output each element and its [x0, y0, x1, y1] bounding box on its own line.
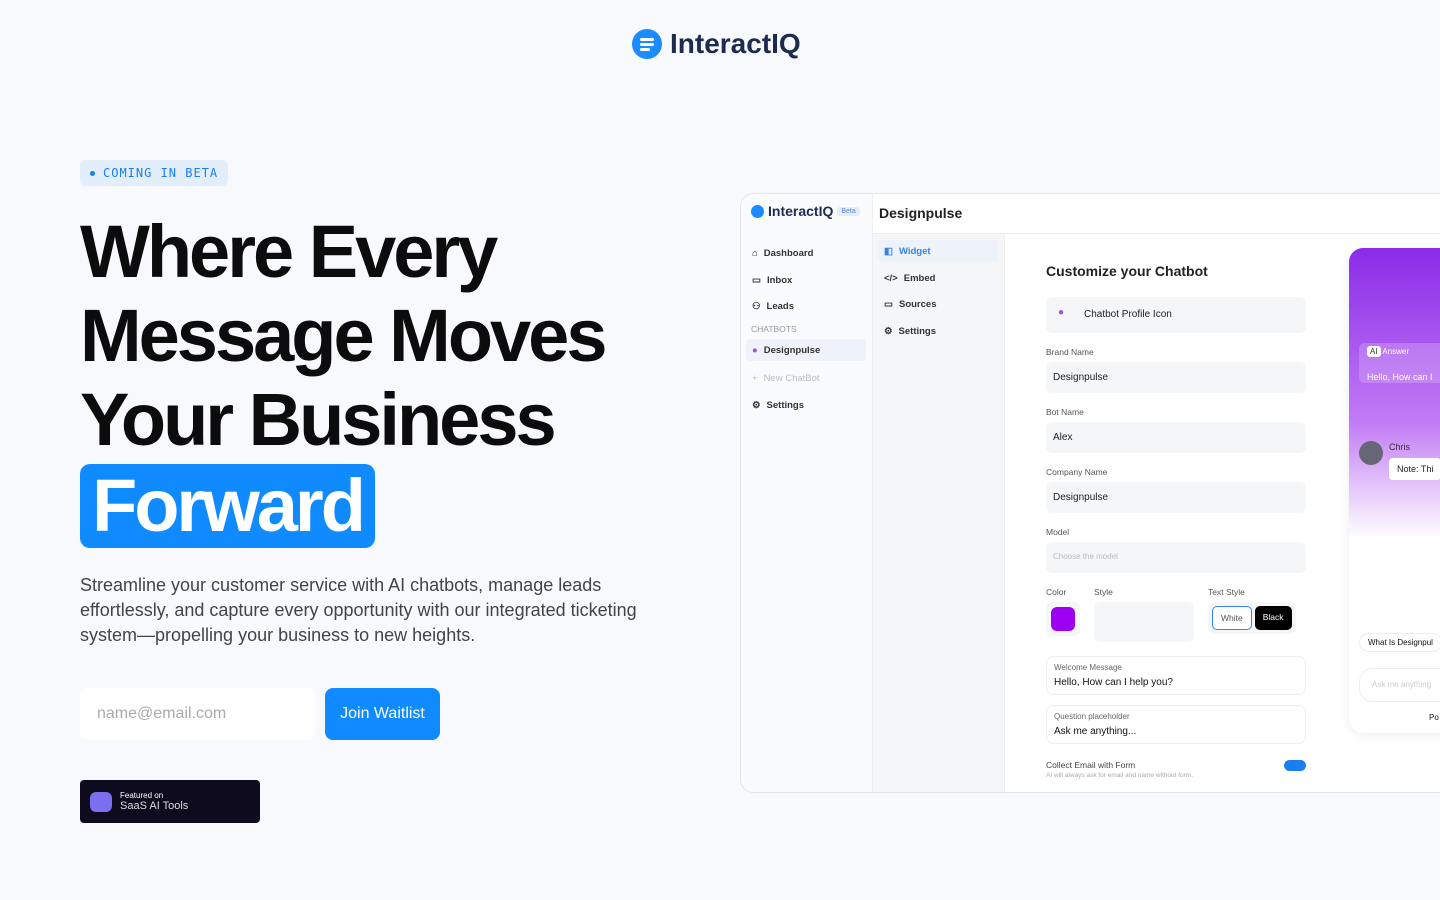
- nav-leads[interactable]: ⚇ Leads: [746, 295, 866, 317]
- style-picker[interactable]: [1094, 602, 1194, 642]
- subnav-settings[interactable]: ⚙ Settings: [878, 320, 998, 342]
- email-input[interactable]: [80, 688, 315, 740]
- text-style-white[interactable]: White: [1212, 606, 1252, 630]
- beta-badge: COMING IN BETA: [80, 160, 229, 186]
- profile-icon-field[interactable]: ● Chatbot Profile Icon: [1046, 297, 1306, 333]
- question-placeholder-field[interactable]: Question placeholder Ask me anything...: [1046, 705, 1306, 744]
- subnav-sources[interactable]: ▭ Sources: [878, 293, 998, 315]
- welcome-message-field[interactable]: Welcome Message Hello, How can I help you…: [1046, 656, 1306, 695]
- logo[interactable]: InteractIQ: [632, 28, 801, 60]
- nav-settings[interactable]: ⚙ Settings: [746, 394, 866, 416]
- model-select[interactable]: Choose the model: [1046, 542, 1306, 573]
- app-screenshot: InteractIQ Beta ⌂ Dashboard ▭ Inbox ⚇ Lea…: [740, 193, 1440, 793]
- logo-icon: [751, 204, 764, 218]
- robot-icon: [90, 791, 112, 812]
- hero-subtitle: Streamline your customer service with AI…: [80, 575, 637, 645]
- color-swatch[interactable]: [1051, 607, 1075, 631]
- app-title: Designpulse: [873, 194, 1440, 234]
- sidebar: InteractIQ Beta ⌂ Dashboard ▭ Inbox ⚇ Lea…: [741, 194, 873, 792]
- company-name-input[interactable]: Designpulse: [1046, 482, 1306, 513]
- logo-text: InteractIQ: [670, 28, 801, 59]
- nav-dashboard[interactable]: ⌂ Dashboard: [746, 242, 866, 264]
- chat-preview: AI Answer Hello, How can I Chris Note: T…: [1349, 248, 1440, 733]
- hero-highlight: Forward: [80, 464, 375, 548]
- section-label: CHATBOTS: [751, 324, 797, 334]
- join-waitlist-button[interactable]: Join Waitlist: [325, 688, 440, 740]
- user-avatar: [1359, 441, 1383, 465]
- subnav-widget[interactable]: ◧ Widget: [878, 240, 998, 262]
- bot-name-input[interactable]: Alex: [1046, 422, 1306, 453]
- nav-new-bot[interactable]: + New ChatBot: [746, 367, 866, 389]
- nav-inbox[interactable]: ▭ Inbox: [746, 269, 866, 291]
- logo-icon: [632, 29, 662, 59]
- featured-badge[interactable]: Featured on SaaS AI Tools: [80, 780, 260, 823]
- subnav: ◧ Widget </> Embed ▭ Sources ⚙ Settings: [873, 234, 1005, 792]
- nav-bot[interactable]: ● Designpulse: [746, 339, 866, 361]
- customize-form: Customize your Chatbot ● Chatbot Profile …: [1046, 234, 1306, 779]
- hero-title: Where Every Message Moves Your Business For…: [80, 210, 607, 548]
- collect-email-toggle[interactable]: [1284, 760, 1306, 771]
- subnav-embed[interactable]: </> Embed: [878, 267, 998, 289]
- brand-name-input[interactable]: Designpulse: [1046, 362, 1306, 393]
- text-style-black[interactable]: Black: [1254, 606, 1292, 630]
